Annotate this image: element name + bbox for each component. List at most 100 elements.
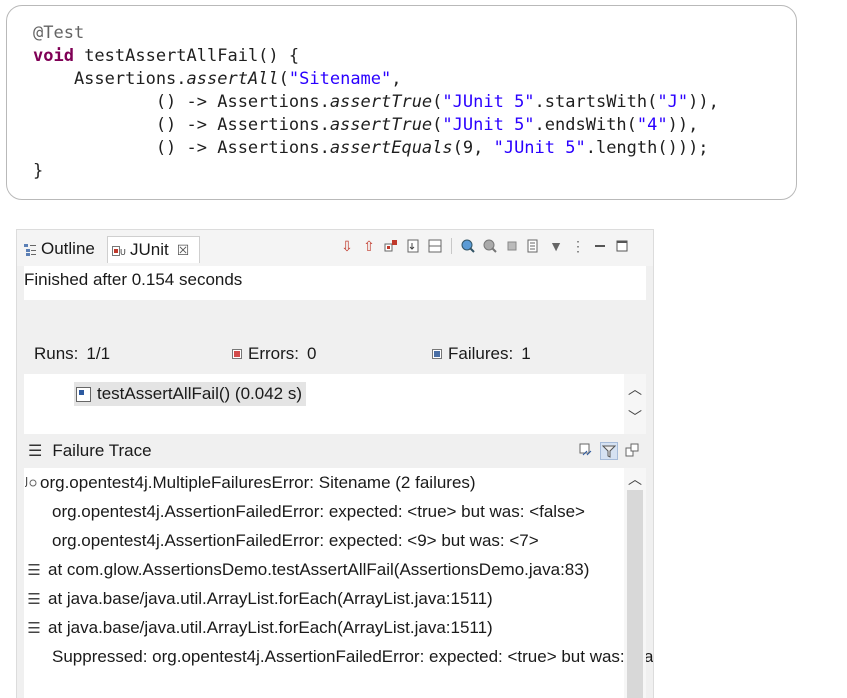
close-icon[interactable]: ☒ xyxy=(177,242,190,259)
code-line-5-string: "JUnit 5" xyxy=(493,138,586,158)
more-icon[interactable]: ⋮ xyxy=(570,238,586,254)
maximize-icon[interactable] xyxy=(614,238,630,254)
stack-frame-icon: ☰ xyxy=(27,590,41,608)
failure-icon xyxy=(432,349,442,359)
exception-icon: J xyxy=(24,474,38,492)
run-status: Finished after 0.154 seconds xyxy=(24,270,243,289)
layout-icon[interactable] xyxy=(427,238,443,254)
test-tree-item-label: testAssertAllFail() (0.042 s) xyxy=(97,384,302,403)
trace-line-text: org.opentest4j.AssertionFailedError: exp… xyxy=(52,501,585,521)
code-line-2-open: ( xyxy=(278,69,289,89)
junit-toolbar: ⇩ ⇧ ▼ ⋮ xyxy=(339,238,630,254)
code-line-2-method: assertAll xyxy=(186,69,279,89)
trace-line[interactable]: ☰ at com.glow.AssertionsDemo.testAssertA… xyxy=(24,555,589,584)
code-text: @Test void testAssertAllFail() { Asserti… xyxy=(33,22,719,183)
chevron-down-icon[interactable]: ﹀ xyxy=(624,406,646,428)
code-line-4-rest: .endsWith( xyxy=(534,115,637,135)
failure-trace-toolbar xyxy=(578,442,640,460)
previous-failure-icon[interactable]: ⇧ xyxy=(361,238,377,254)
code-line-5-open: (9, xyxy=(452,138,494,158)
keyword-void: void xyxy=(33,46,74,66)
junit-content: Finished after 0.154 seconds Runs: 1/1 E… xyxy=(24,266,653,698)
stop-icon[interactable] xyxy=(504,238,520,254)
code-snippet: @Test void testAssertAllFail() { Asserti… xyxy=(6,5,797,200)
trace-line[interactable]: ☰ at java.base/java.util.ArrayList.forEa… xyxy=(24,584,493,613)
code-line-3-method: assertTrue xyxy=(329,92,433,112)
view-menu-icon[interactable]: ▼ xyxy=(548,238,564,254)
code-line-3-open: ( xyxy=(432,92,443,112)
trace-line-text: at com.glow.AssertionsDemo.testAssertAll… xyxy=(48,559,590,579)
errors-value: 0 xyxy=(307,344,317,363)
chevron-up-icon[interactable]: ︿ xyxy=(624,378,646,400)
show-failures-only-icon[interactable] xyxy=(383,238,399,254)
trace-scrollbar[interactable]: ︿ xyxy=(624,468,646,698)
compare-result-icon[interactable] xyxy=(578,442,594,458)
method-signature: testAssertAllFail() { xyxy=(73,46,300,66)
code-line-4-open: ( xyxy=(432,115,443,135)
rerun-icon[interactable] xyxy=(460,238,476,254)
errors-counter: Errors: 0 xyxy=(232,344,316,364)
rerun-failed-first-icon[interactable] xyxy=(482,238,498,254)
code-line-5-prefix: () -> Assertions. xyxy=(33,138,330,158)
scroll-lock-icon[interactable] xyxy=(405,238,421,254)
test-run-history-icon[interactable] xyxy=(526,238,542,254)
test-method-icon xyxy=(76,386,91,402)
failures-label: Failures: xyxy=(448,344,514,363)
tab-junit[interactable]: U JUnit ☒ xyxy=(107,236,201,263)
code-line-4-end: )), xyxy=(667,115,699,135)
view-tab-bar: Outline U JUnit ☒ ⇩ ⇧ ▼ ⋮ xyxy=(17,230,653,266)
code-line-5-method: assertEquals xyxy=(329,138,453,158)
code-line-4-method: assertTrue xyxy=(329,115,433,135)
scrollbar-thumb[interactable] xyxy=(627,490,643,698)
failure-trace-header: ☰ Failure Trace xyxy=(24,434,646,468)
code-line-4-prefix: () -> Assertions. xyxy=(33,115,330,135)
next-failure-icon[interactable]: ⇩ xyxy=(339,238,355,254)
toolbar-separator xyxy=(451,238,452,254)
trace-line[interactable]: ☰ at java.base/java.util.ArrayList.forEa… xyxy=(24,613,493,642)
test-tree-scrollbar[interactable]: ︿ ﹀ xyxy=(624,374,646,434)
copy-trace-icon[interactable] xyxy=(624,442,640,458)
test-tree: testAssertAllFail() (0.042 s) ︿ ﹀ xyxy=(24,374,646,434)
filter-stack-trace-icon[interactable] xyxy=(600,442,618,460)
trace-line[interactable]: Suppressed: org.opentest4j.AssertionFail… xyxy=(52,642,654,671)
code-line-3-end: )), xyxy=(688,92,719,112)
runs-counter: Runs: 1/1 xyxy=(34,344,110,364)
code-line-5-end: .length())); xyxy=(585,138,709,158)
svg-text:J: J xyxy=(25,475,28,488)
stack-trace-icon: ☰ xyxy=(28,443,43,460)
annotation: @Test xyxy=(33,23,85,43)
code-close-brace: } xyxy=(33,161,44,181)
code-line-3-prefix: () -> Assertions. xyxy=(33,92,330,112)
trace-line-text: Suppressed: org.opentest4j.AssertionFail… xyxy=(52,646,654,666)
junit-view: Outline U JUnit ☒ ⇩ ⇧ ▼ ⋮ Finished after… xyxy=(16,229,654,698)
failures-value: 1 xyxy=(521,344,531,363)
trace-line[interactable]: org.opentest4j.AssertionFailedError: exp… xyxy=(52,526,539,555)
stack-frame-icon: ☰ xyxy=(27,561,41,579)
tab-outline-label: Outline xyxy=(41,239,95,258)
trace-line[interactable]: org.opentest4j.AssertionFailedError: exp… xyxy=(52,497,585,526)
errors-label: Errors: xyxy=(248,344,299,363)
code-line-4-string: "JUnit 5" xyxy=(442,115,535,135)
trace-line-text: at java.base/java.util.ArrayList.forEach… xyxy=(48,588,493,608)
failures-counter: Failures: 1 xyxy=(432,344,531,364)
tab-outline[interactable]: Outline xyxy=(23,236,95,262)
code-line-2-prefix: Assertions. xyxy=(33,69,187,89)
code-line-2-end: , xyxy=(391,69,402,89)
failure-trace-list: J org.opentest4j.MultipleFailuresError: … xyxy=(24,468,653,698)
tab-junit-label: JUnit xyxy=(130,240,169,259)
svg-text:U: U xyxy=(120,248,126,257)
code-line-3-string: "JUnit 5" xyxy=(442,92,535,112)
trace-line-text: org.opentest4j.AssertionFailedError: exp… xyxy=(52,530,539,550)
error-icon xyxy=(232,349,242,359)
runs-value: 1/1 xyxy=(86,344,111,363)
code-line-2-string: "Sitename" xyxy=(288,69,392,89)
trace-line[interactable]: J org.opentest4j.MultipleFailuresError: … xyxy=(24,468,476,497)
outline-icon xyxy=(23,242,37,256)
runs-label: Runs: xyxy=(34,344,79,363)
chevron-up-icon[interactable]: ︿ xyxy=(624,468,646,490)
failure-trace-title: Failure Trace xyxy=(52,441,152,460)
minimize-icon[interactable] xyxy=(592,238,608,254)
test-tree-item[interactable]: testAssertAllFail() (0.042 s) xyxy=(74,382,306,406)
trace-line-text: at java.base/java.util.ArrayList.forEach… xyxy=(48,617,493,637)
code-line-3-string-2: "J" xyxy=(657,92,689,112)
